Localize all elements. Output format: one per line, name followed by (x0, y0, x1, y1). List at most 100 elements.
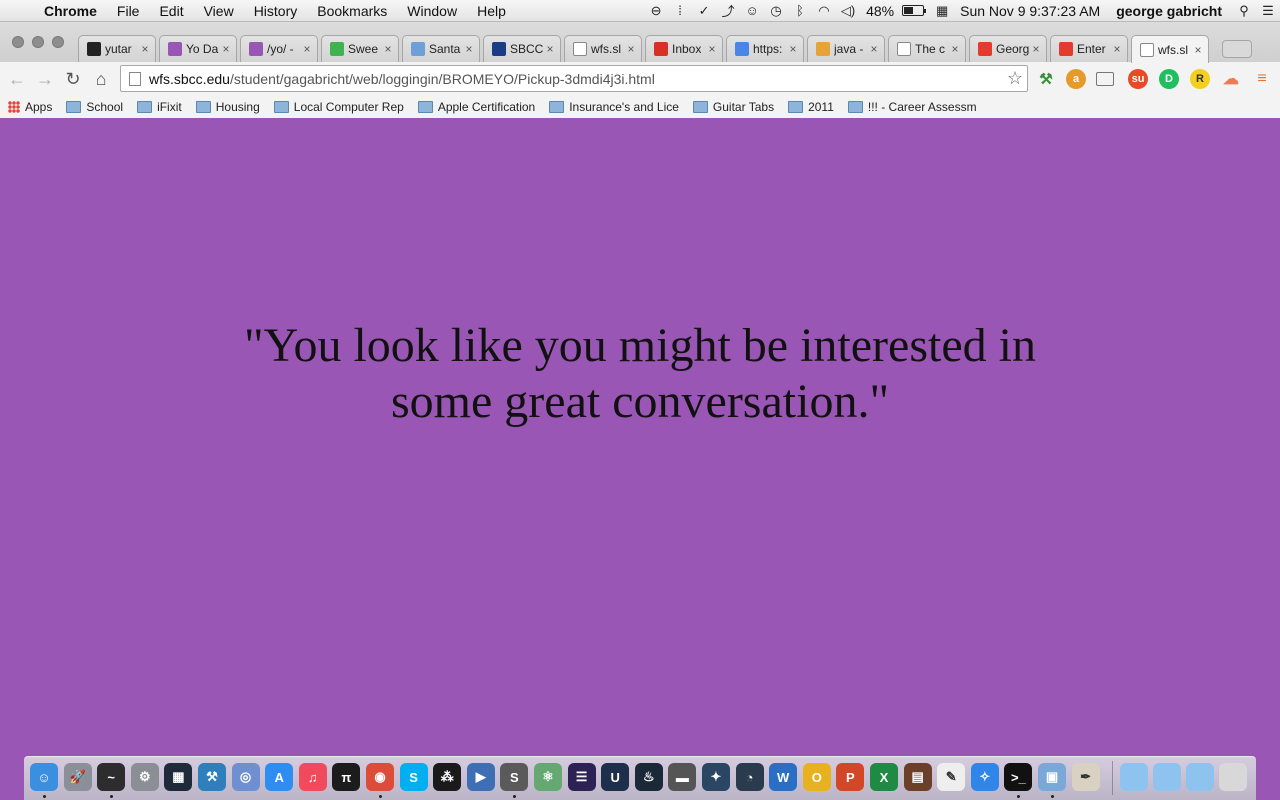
app-store-icon[interactable]: A (265, 763, 294, 791)
browser-tab[interactable]: Swee × (321, 35, 399, 62)
tab-close-icon[interactable]: × (139, 42, 151, 56)
address-bar[interactable]: wfs.sbcc.edu/student/gagabricht/web/logg… (120, 65, 1028, 92)
bookmark-item[interactable]: Housing (195, 100, 260, 114)
accessibility-icon[interactable]: ☺ (740, 3, 764, 18)
atom-icon[interactable]: ⚛ (534, 763, 562, 791)
browser-tab[interactable]: Georg × (969, 35, 1047, 62)
tab-close-icon[interactable]: × (1030, 42, 1042, 56)
browser-tab[interactable]: https: × (726, 35, 804, 62)
clock[interactable]: Sun Nov 9 9:37:23 AM (954, 3, 1106, 19)
battery-icon[interactable] (902, 5, 927, 16)
tab-close-icon[interactable]: × (463, 42, 475, 56)
launchpad-icon[interactable]: 🚀 (63, 763, 92, 791)
tab-close-icon[interactable]: × (1192, 43, 1204, 57)
user-menu[interactable]: george gabricht (1106, 3, 1232, 19)
blender-icon[interactable]: ✦ (702, 763, 730, 791)
cloud-extension-icon[interactable]: ☁ (1221, 69, 1241, 89)
reload-icon[interactable]: ↻ (61, 67, 85, 91)
tab-close-icon[interactable]: × (625, 42, 637, 56)
documents-folder-icon[interactable] (1153, 763, 1181, 791)
bookmark-item[interactable]: Apple Certification (417, 100, 535, 114)
pi-icon[interactable]: π (332, 763, 361, 791)
itunes-icon[interactable]: ♫ (298, 763, 327, 791)
tab-close-icon[interactable]: × (1111, 42, 1123, 56)
xcode-icon[interactable]: ⚒ (198, 763, 226, 791)
extension-tool-icon[interactable]: ⚒ (1036, 69, 1056, 89)
browser-tab[interactable]: SBCC × (483, 35, 561, 62)
tab-close-icon[interactable]: × (787, 42, 799, 56)
tab-close-icon[interactable]: × (382, 42, 394, 56)
chrome-icon[interactable]: ◉ (366, 763, 394, 791)
tab-close-icon[interactable]: × (706, 42, 718, 56)
eclipse-icon[interactable]: ☰ (567, 763, 596, 791)
textedit-icon[interactable]: ✎ (937, 763, 966, 791)
tab-close-icon[interactable]: × (544, 42, 556, 56)
applications-folder-icon[interactable] (1120, 763, 1148, 791)
sublime-text-icon[interactable]: S (500, 763, 529, 791)
close-window-button[interactable] (12, 36, 24, 48)
cast-icon[interactable] (1096, 72, 1114, 86)
word-icon[interactable]: W (769, 763, 798, 791)
ebook-icon[interactable]: ▤ (903, 763, 932, 791)
bookmark-item[interactable]: 2011 (788, 100, 834, 114)
browser-tab[interactable]: Yo Da × (159, 35, 237, 62)
browser-tab[interactable]: /yo/ - × (240, 35, 318, 62)
browser-tab[interactable]: Inbox × (645, 35, 723, 62)
unreal-icon[interactable]: U (601, 763, 630, 791)
pen-app-icon[interactable]: ✒ (1071, 763, 1100, 791)
browser-tab[interactable]: The c × (888, 35, 966, 62)
downloads-folder-icon[interactable] (1186, 763, 1214, 791)
battery-percent[interactable]: 48% (860, 3, 900, 19)
browser-tab[interactable]: java - × (807, 35, 885, 62)
app-menu[interactable]: Chrome (38, 3, 107, 19)
keyboard-viewer-icon[interactable]: ▦ (930, 3, 954, 19)
omnigraffle-icon[interactable]: O (802, 763, 831, 791)
rapportive-icon[interactable]: R (1190, 69, 1210, 89)
amazon-extension-icon[interactable]: a (1066, 69, 1086, 89)
excel-icon[interactable]: X (870, 763, 898, 791)
finder-icon[interactable]: ☺ (30, 763, 58, 791)
skype-icon[interactable]: S (399, 763, 428, 791)
menu-bookmarks[interactable]: Bookmarks (307, 3, 397, 19)
volume-icon[interactable]: ◁) (836, 3, 860, 19)
bookmark-item[interactable]: Insurance's and Lice (549, 100, 679, 114)
browser-tab[interactable]: Enter × (1050, 35, 1128, 62)
browser-tab[interactable]: wfs.sl × (1131, 35, 1209, 63)
browser-tab[interactable]: Santa × (402, 35, 480, 62)
network-icon[interactable]: ◎ (231, 763, 260, 791)
disk-icon[interactable]: ▬ (668, 763, 697, 791)
menu-window[interactable]: Window (397, 3, 467, 19)
stumbleupon-icon[interactable]: su (1128, 69, 1148, 89)
menu-file[interactable]: File (107, 3, 150, 19)
new-tab-button[interactable] (1222, 40, 1252, 58)
menu-view[interactable]: View (194, 3, 244, 19)
minimize-window-button[interactable] (32, 36, 44, 48)
instruments-icon[interactable]: ◔ (735, 763, 764, 791)
preview-icon[interactable]: ▣ (1038, 763, 1066, 791)
grid-status-icon[interactable]: ⁞ (668, 3, 692, 18)
bookmark-item[interactable]: Local Computer Rep (273, 100, 404, 114)
bookmark-item[interactable]: Guitar Tabs (692, 100, 774, 114)
tab-close-icon[interactable]: × (949, 42, 961, 56)
sync-status-icon[interactable]: ⊖ (644, 3, 668, 19)
forward-arrow-icon[interactable]: → (33, 67, 57, 91)
menu-help[interactable]: Help (467, 3, 516, 19)
home-icon[interactable]: ⌂ (89, 67, 113, 91)
browser-tab[interactable]: yutar × (78, 35, 156, 62)
bluetooth-icon[interactable]: ᛒ (788, 3, 812, 18)
tab-close-icon[interactable]: × (220, 42, 232, 56)
powerpoint-icon[interactable]: P (836, 763, 865, 791)
bookmark-item[interactable]: !!! - Career Assessm (847, 100, 977, 114)
notification-center-icon[interactable]: ☰ (1256, 3, 1280, 19)
grid-app-icon[interactable]: ⁂ (433, 763, 462, 791)
dashlane-icon[interactable]: D (1159, 69, 1179, 89)
system-preferences-icon[interactable]: ⚙ (130, 763, 159, 791)
bookmark-item[interactable]: Apps (8, 100, 52, 114)
time-machine-icon[interactable]: ◷ (764, 3, 788, 19)
photo-booth-icon[interactable]: ▦ (164, 763, 193, 791)
tab-close-icon[interactable]: × (301, 42, 313, 56)
bookmark-star-icon[interactable]: ☆ (1003, 68, 1027, 89)
menu-edit[interactable]: Edit (149, 3, 193, 19)
chrome-menu-icon[interactable]: ≡ (1252, 69, 1272, 89)
quicktime-icon[interactable]: ▶ (466, 763, 495, 791)
